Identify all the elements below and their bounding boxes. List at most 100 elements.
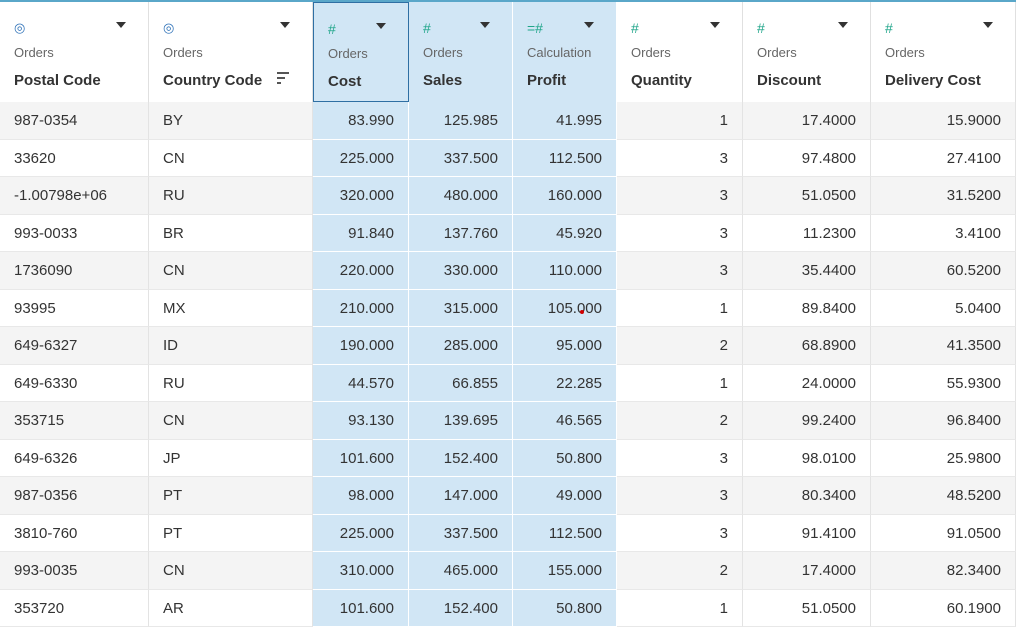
cell-cost[interactable]: 91.840 <box>313 214 409 252</box>
cell-sales[interactable]: 465.000 <box>409 552 513 590</box>
table-row[interactable]: 993-0035 CN 310.000 465.000 155.000 2 17.4000 8… <box>0 552 1016 590</box>
cell-postal_code[interactable]: 93995 <box>0 289 149 327</box>
cell-discount[interactable]: 17.4000 <box>743 102 871 140</box>
cell-sales[interactable]: 152.400 <box>409 439 513 477</box>
cell-sales[interactable]: 125.985 <box>409 102 513 140</box>
column-header-postal_code[interactable]: ◎ Orders Postal Code <box>0 2 149 102</box>
table-row[interactable]: 649-6326 JP 101.600 152.400 50.800 3 98.0100 25… <box>0 439 1016 477</box>
cell-country_code[interactable]: CN <box>149 252 313 290</box>
cell-quantity[interactable]: 3 <box>617 477 743 515</box>
cell-discount[interactable]: 11.2300 <box>743 214 871 252</box>
cell-discount[interactable]: 51.0500 <box>743 589 871 627</box>
cell-delivery_cost[interactable]: 3.4100 <box>871 214 1016 252</box>
cell-quantity[interactable]: 3 <box>617 214 743 252</box>
cell-postal_code[interactable]: 987-0354 <box>0 102 149 140</box>
cell-quantity[interactable]: 3 <box>617 514 743 552</box>
cell-postal_code[interactable]: 649-6327 <box>0 327 149 365</box>
table-row[interactable]: 993-0033 BR 91.840 137.760 45.920 3 11.2300 3.4… <box>0 214 1016 252</box>
column-menu-dropdown-icon[interactable] <box>480 22 490 28</box>
cell-quantity[interactable]: 1 <box>617 289 743 327</box>
cell-quantity[interactable]: 2 <box>617 402 743 440</box>
cell-sales[interactable]: 315.000 <box>409 289 513 327</box>
cell-discount[interactable]: 99.2400 <box>743 402 871 440</box>
cell-cost[interactable]: 93.130 <box>313 402 409 440</box>
cell-country_code[interactable]: CN <box>149 139 313 177</box>
cell-delivery_cost[interactable]: 60.5200 <box>871 252 1016 290</box>
cell-country_code[interactable]: RU <box>149 364 313 402</box>
cell-postal_code[interactable]: 3810-760 <box>0 514 149 552</box>
cell-delivery_cost[interactable]: 91.0500 <box>871 514 1016 552</box>
cell-cost[interactable]: 101.600 <box>313 439 409 477</box>
cell-quantity[interactable]: 2 <box>617 552 743 590</box>
table-row[interactable]: 649-6327 ID 190.000 285.000 95.000 2 68.8900 41… <box>0 327 1016 365</box>
cell-delivery_cost[interactable]: 55.9300 <box>871 364 1016 402</box>
cell-delivery_cost[interactable]: 82.3400 <box>871 552 1016 590</box>
table-row[interactable]: 649-6330 RU 44.570 66.855 22.285 1 24.0000 55.9… <box>0 364 1016 402</box>
cell-delivery_cost[interactable]: 48.5200 <box>871 477 1016 515</box>
cell-delivery_cost[interactable]: 41.3500 <box>871 327 1016 365</box>
cell-sales[interactable]: 285.000 <box>409 327 513 365</box>
cell-discount[interactable]: 35.4400 <box>743 252 871 290</box>
column-header-cost[interactable]: # Orders Cost <box>313 2 409 102</box>
cell-country_code[interactable]: ID <box>149 327 313 365</box>
cell-discount[interactable]: 98.0100 <box>743 439 871 477</box>
cell-country_code[interactable]: RU <box>149 177 313 215</box>
sort-icon[interactable] <box>277 72 289 84</box>
cell-profit[interactable]: 50.800 <box>513 589 617 627</box>
cell-profit[interactable]: 155.000 <box>513 552 617 590</box>
cell-profit[interactable]: 50.800 <box>513 439 617 477</box>
cell-sales[interactable]: 152.400 <box>409 589 513 627</box>
cell-discount[interactable]: 24.0000 <box>743 364 871 402</box>
cell-profit[interactable]: 160.000 <box>513 177 617 215</box>
cell-quantity[interactable]: 1 <box>617 589 743 627</box>
table-row[interactable]: 33620 CN 225.000 337.500 112.500 3 97.4800 27.4… <box>0 139 1016 177</box>
cell-delivery_cost[interactable]: 25.9800 <box>871 439 1016 477</box>
column-header-country_code[interactable]: ◎ Orders Country Code <box>149 2 313 102</box>
cell-cost[interactable]: 320.000 <box>313 177 409 215</box>
cell-postal_code[interactable]: 353715 <box>0 402 149 440</box>
cell-delivery_cost[interactable]: 60.1900 <box>871 589 1016 627</box>
column-menu-dropdown-icon[interactable] <box>710 22 720 28</box>
column-header-delivery_cost[interactable]: # Orders Delivery Cost <box>871 2 1016 102</box>
column-menu-dropdown-icon[interactable] <box>376 23 386 29</box>
cell-country_code[interactable]: CN <box>149 402 313 440</box>
cell-postal_code[interactable]: 649-6330 <box>0 364 149 402</box>
table-row[interactable]: 3810-760 PT 225.000 337.500 112.500 3 91.4100 9… <box>0 514 1016 552</box>
cell-discount[interactable]: 97.4800 <box>743 139 871 177</box>
column-header-sales[interactable]: # Orders Sales <box>409 2 513 102</box>
cell-cost[interactable]: 225.000 <box>313 139 409 177</box>
cell-profit[interactable]: 46.565 <box>513 402 617 440</box>
cell-postal_code[interactable]: -1.00798e+06 <box>0 177 149 215</box>
cell-profit[interactable]: 22.285 <box>513 364 617 402</box>
cell-sales[interactable]: 137.760 <box>409 214 513 252</box>
cell-quantity[interactable]: 1 <box>617 102 743 140</box>
cell-discount[interactable]: 51.0500 <box>743 177 871 215</box>
cell-country_code[interactable]: BY <box>149 102 313 140</box>
cell-cost[interactable]: 101.600 <box>313 589 409 627</box>
cell-country_code[interactable]: PT <box>149 514 313 552</box>
cell-cost[interactable]: 83.990 <box>313 102 409 140</box>
table-row[interactable]: 93995 MX 210.000 315.000 105.000 1 89.8400 5.04… <box>0 289 1016 327</box>
cell-profit[interactable]: 105.000 <box>513 289 617 327</box>
cell-profit[interactable]: 41.995 <box>513 102 617 140</box>
cell-postal_code[interactable]: 353720 <box>0 589 149 627</box>
cell-discount[interactable]: 17.4000 <box>743 552 871 590</box>
column-header-profit[interactable]: =# Calculation Profit <box>513 2 617 102</box>
cell-profit[interactable]: 49.000 <box>513 477 617 515</box>
column-header-discount[interactable]: # Orders Discount <box>743 2 871 102</box>
cell-quantity[interactable]: 3 <box>617 177 743 215</box>
cell-delivery_cost[interactable]: 5.0400 <box>871 289 1016 327</box>
cell-quantity[interactable]: 2 <box>617 327 743 365</box>
cell-delivery_cost[interactable]: 31.5200 <box>871 177 1016 215</box>
column-menu-dropdown-icon[interactable] <box>584 22 594 28</box>
cell-sales[interactable]: 66.855 <box>409 364 513 402</box>
cell-discount[interactable]: 89.8400 <box>743 289 871 327</box>
cell-cost[interactable]: 210.000 <box>313 289 409 327</box>
cell-cost[interactable]: 44.570 <box>313 364 409 402</box>
cell-country_code[interactable]: BR <box>149 214 313 252</box>
cell-country_code[interactable]: CN <box>149 552 313 590</box>
cell-discount[interactable]: 80.3400 <box>743 477 871 515</box>
column-menu-dropdown-icon[interactable] <box>838 22 848 28</box>
cell-delivery_cost[interactable]: 15.9000 <box>871 102 1016 140</box>
cell-sales[interactable]: 147.000 <box>409 477 513 515</box>
